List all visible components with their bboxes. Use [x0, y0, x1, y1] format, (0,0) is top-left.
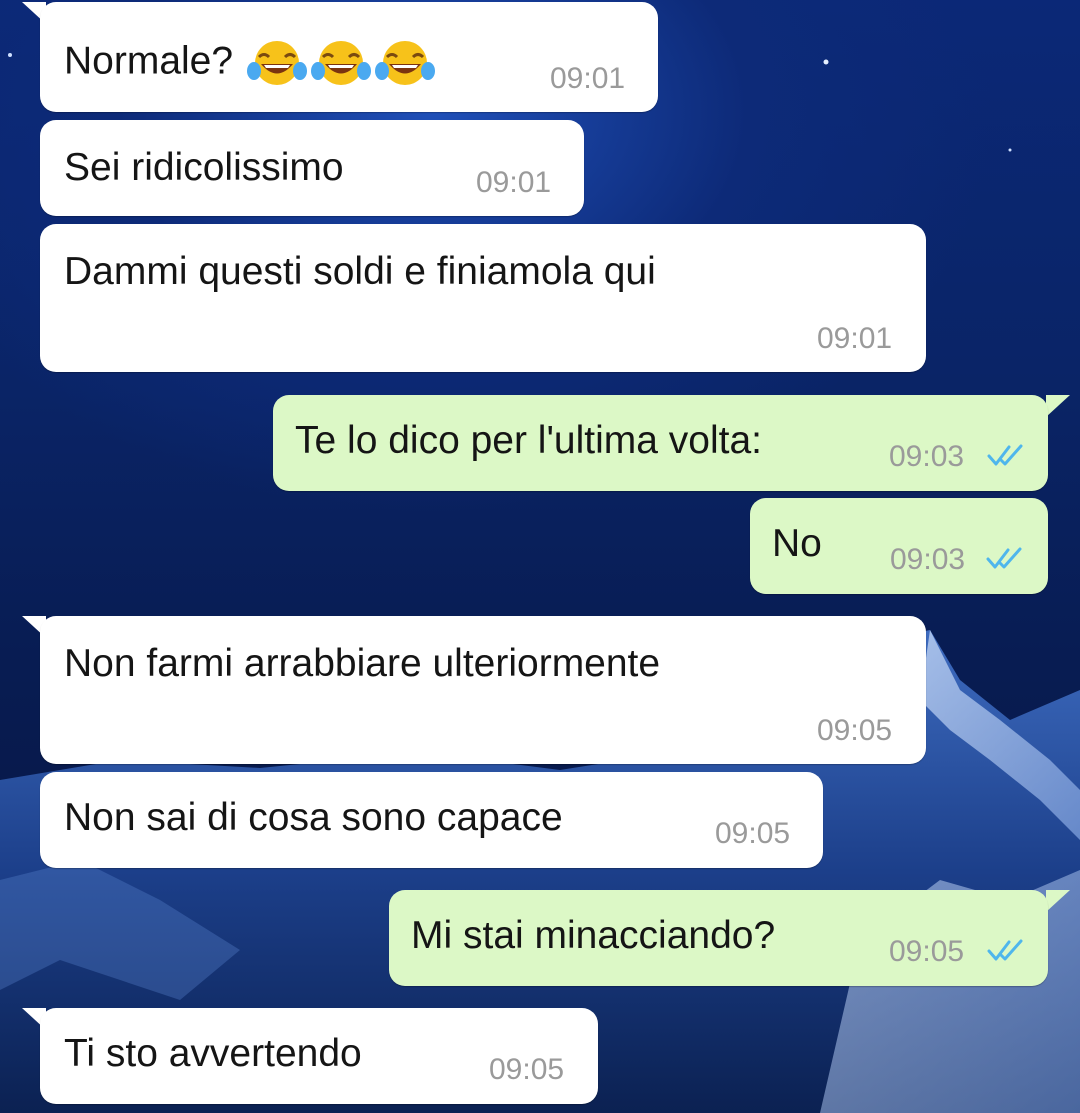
- message-time: 09:01: [476, 166, 552, 199]
- message-text: Ti sto avvertendo: [64, 1032, 362, 1075]
- outgoing-message[interactable]: No 09:03: [750, 498, 1048, 594]
- incoming-message[interactable]: Non farmi arrabbiare ulteriormente 09:05: [40, 616, 926, 764]
- message-time: 09:05: [489, 1053, 565, 1086]
- message-text: Non farmi arrabbiare ulteriormente: [64, 642, 661, 685]
- face-with-tears-of-joy-icon: [374, 41, 435, 85]
- message-text: Dammi questi soldi e finiamola qui: [64, 250, 656, 293]
- read-receipt-icon: [986, 547, 1022, 569]
- outgoing-bubble-tail: [1046, 890, 1070, 912]
- message-text: Te lo dico per l'ultima volta:: [295, 419, 762, 462]
- message-time: 09:03: [890, 543, 966, 576]
- read-receipt-icon: [987, 939, 1023, 961]
- message-text: Non sai di cosa sono capace: [64, 796, 563, 839]
- message-time: 09:01: [817, 322, 893, 355]
- incoming-message[interactable]: Ti sto avvertendo 09:05: [40, 1008, 598, 1104]
- message-time: 09:05: [715, 817, 791, 850]
- message-time: 09:03: [889, 440, 965, 473]
- outgoing-message[interactable]: Mi stai minacciando? 09:05: [389, 890, 1048, 986]
- message-time: 09:05: [889, 935, 965, 968]
- incoming-message[interactable]: Dammi questi soldi e finiamola qui 09:01: [40, 224, 926, 372]
- read-receipt-icon: [987, 444, 1023, 466]
- message-text: Normale?: [64, 37, 436, 89]
- face-with-tears-of-joy-icon: [246, 41, 307, 85]
- message-text: Mi stai minacciando?: [411, 914, 776, 957]
- outgoing-message[interactable]: Te lo dico per l'ultima volta: 09:03: [273, 395, 1048, 491]
- outgoing-bubble-tail: [1046, 395, 1070, 417]
- message-time: 09:05: [817, 714, 893, 747]
- message-time: 09:01: [550, 62, 626, 95]
- message-text: Sei ridicolissimo: [64, 146, 344, 189]
- incoming-message[interactable]: Normale? 09:01: [40, 2, 658, 112]
- incoming-message[interactable]: Non sai di cosa sono capace 09:05: [40, 772, 823, 868]
- message-text: No: [772, 522, 822, 565]
- incoming-message[interactable]: Sei ridicolissimo 09:01: [40, 120, 584, 216]
- face-with-tears-of-joy-icon: [310, 41, 371, 85]
